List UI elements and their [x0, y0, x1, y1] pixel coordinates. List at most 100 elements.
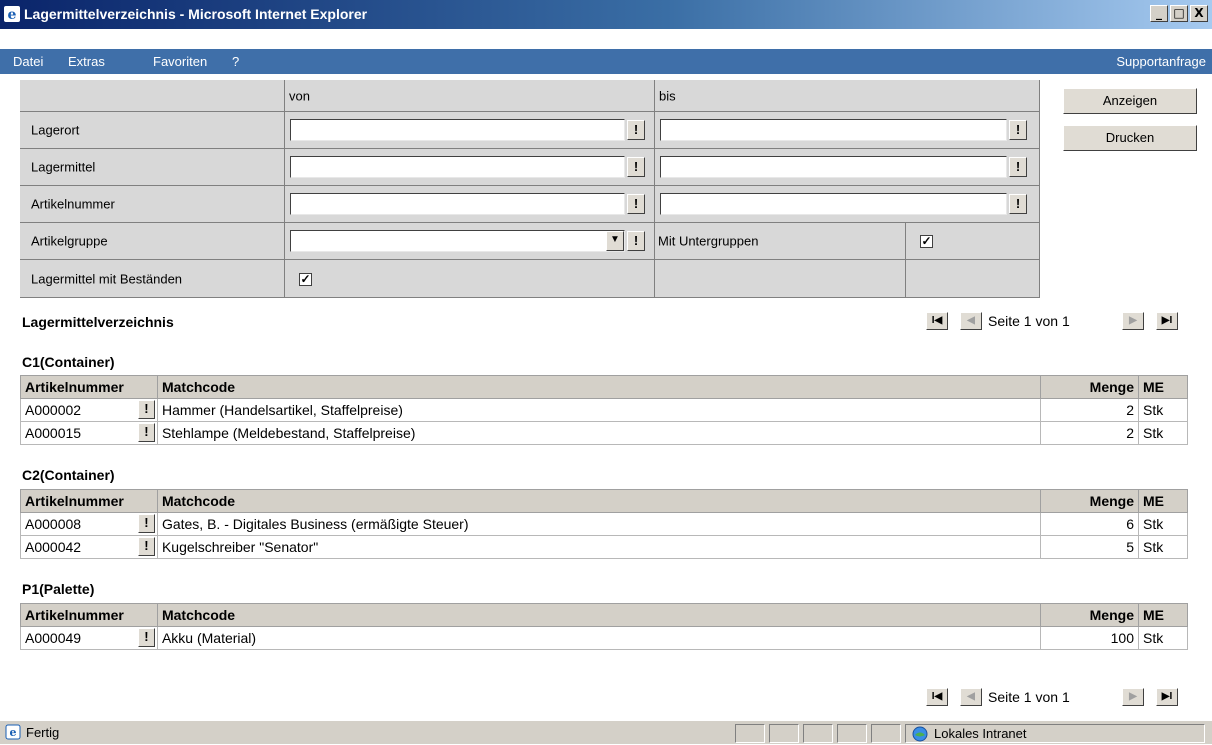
intranet-globe-icon: [912, 726, 928, 745]
artikelnummer-von-lookup-button[interactable]: !: [627, 194, 645, 214]
status-pane: [769, 724, 799, 743]
prev-page-button[interactable]: ◀: [960, 312, 982, 330]
artikelnummer-bis-input[interactable]: [660, 193, 1007, 215]
cell-lagerort-von: !: [285, 112, 655, 149]
status-bar: e Fertig Lokales Intranet: [0, 720, 1212, 744]
menu-help[interactable]: ?: [232, 54, 239, 69]
group-title: P1(Palette): [22, 581, 95, 597]
artikelnummer-von-input[interactable]: [290, 193, 625, 215]
pager-top: I◀ ◀ Seite 1 von 1 ▶ ▶I: [926, 312, 1186, 334]
status-pane: [837, 724, 867, 743]
lagerort-von-input[interactable]: [290, 119, 625, 141]
article-lookup-button[interactable]: !: [137, 628, 155, 647]
page-indicator: Seite 1 von 1: [988, 689, 1070, 705]
table-row: A000042! Kugelschreiber "Senator" 5 Stk: [20, 535, 1188, 559]
header-artikelnummer[interactable]: Artikelnummer: [20, 603, 158, 627]
artikelnummer-bis-lookup-button[interactable]: !: [1009, 194, 1027, 214]
label-lagerort: Lagerort: [20, 112, 285, 149]
lagermittel-bis-lookup-button[interactable]: !: [1009, 157, 1027, 177]
status-text: Fertig: [26, 725, 60, 740]
label-lagermittel: Lagermittel: [20, 149, 285, 186]
label-mit-bestaenden: Lagermittel mit Beständen: [20, 260, 285, 298]
label-artikelnummer: Artikelnummer: [20, 186, 285, 223]
header-menge[interactable]: Menge: [1040, 603, 1139, 627]
svg-text:e: e: [8, 7, 17, 23]
cell-matchcode: Gates, B. - Digitales Business (ermäßigt…: [156, 512, 1042, 536]
group-title: C2(Container): [22, 467, 115, 483]
filter-header-von: von: [285, 80, 655, 112]
cell-artikelgruppe: ▼ !: [285, 223, 655, 260]
header-me[interactable]: ME: [1138, 375, 1188, 399]
lagermittel-von-input[interactable]: [290, 156, 625, 178]
cell-artikelnummer: A000042!: [20, 535, 158, 559]
last-page-button[interactable]: ▶I: [1156, 688, 1178, 706]
menu-datei[interactable]: Datei: [13, 54, 43, 69]
next-page-button[interactable]: ▶: [1122, 312, 1144, 330]
menu-extras[interactable]: Extras: [68, 54, 105, 69]
chevron-down-icon[interactable]: ▼: [606, 231, 624, 251]
cell-menge: 2: [1040, 421, 1139, 445]
lagerort-bis-lookup-button[interactable]: !: [1009, 120, 1027, 140]
last-page-button[interactable]: ▶I: [1156, 312, 1178, 330]
status-pane: [871, 724, 901, 743]
article-lookup-button[interactable]: !: [137, 400, 155, 419]
header-menge[interactable]: Menge: [1040, 489, 1139, 513]
header-matchcode[interactable]: Matchcode: [156, 489, 1042, 513]
cell-matchcode: Hammer (Handelsartikel, Staffelpreise): [156, 398, 1042, 422]
menu-bar: Datei Extras Favoriten ? Supportanfrage: [0, 49, 1212, 74]
header-artikelnummer[interactable]: Artikelnummer: [20, 489, 158, 513]
minimize-button[interactable]: _: [1150, 5, 1168, 22]
window-title: Lagermittelverzeichnis - Microsoft Inter…: [24, 6, 368, 22]
cell-artikelnummer-bis: !: [655, 186, 1040, 223]
header-artikelnummer[interactable]: Artikelnummer: [20, 375, 158, 399]
header-matchcode[interactable]: Matchcode: [156, 375, 1042, 399]
table-row: A000002! Hammer (Handelsartikel, Staffel…: [20, 398, 1188, 422]
artikelgruppe-select[interactable]: ▼: [290, 230, 625, 252]
mit-bestaenden-checkbox[interactable]: ✓: [299, 273, 312, 286]
table-row: A000015! Stehlampe (Meldebestand, Staffe…: [20, 421, 1188, 445]
cell-me: Stk: [1137, 626, 1189, 650]
group-title: C1(Container): [22, 354, 115, 370]
mit-untergruppen-checkbox[interactable]: ✓: [920, 235, 933, 248]
next-page-button[interactable]: ▶: [1122, 688, 1144, 706]
lagerort-von-lookup-button[interactable]: !: [627, 120, 645, 140]
table-row: A000049! Akku (Material) 100 Stk: [20, 626, 1189, 650]
cell-lagermittel-von: !: [285, 149, 655, 186]
menu-favoriten[interactable]: Favoriten: [153, 54, 207, 69]
header-me[interactable]: ME: [1138, 489, 1188, 513]
cell-lagermittel-bis: !: [655, 149, 1040, 186]
article-lookup-button[interactable]: !: [137, 537, 155, 556]
page-icon: e: [5, 724, 21, 743]
anzeigen-button[interactable]: Anzeigen: [1063, 88, 1197, 114]
lagermittel-bis-input[interactable]: [660, 156, 1007, 178]
article-lookup-button[interactable]: !: [137, 423, 155, 442]
drucken-button[interactable]: Drucken: [1063, 125, 1197, 151]
filter-header-blank: [20, 80, 285, 112]
cell-mit-untergruppen: ✓: [906, 223, 1040, 260]
cell-me: Stk: [1138, 535, 1188, 559]
lagerort-bis-input[interactable]: [660, 119, 1007, 141]
artikelgruppe-lookup-button[interactable]: !: [627, 231, 645, 251]
close-button[interactable]: X: [1190, 5, 1208, 22]
support-link[interactable]: Supportanfrage: [1116, 54, 1206, 69]
maximize-button[interactable]: □: [1170, 5, 1188, 22]
header-matchcode[interactable]: Matchcode: [156, 603, 1042, 627]
cell-artikelnummer: A000049!: [20, 626, 158, 650]
first-page-button[interactable]: I◀: [926, 312, 948, 330]
page-indicator: Seite 1 von 1: [988, 313, 1070, 329]
first-page-button[interactable]: I◀: [926, 688, 948, 706]
cell-menge: 6: [1040, 512, 1139, 536]
zone-text: Lokales Intranet: [934, 726, 1027, 741]
article-lookup-button[interactable]: !: [137, 514, 155, 533]
label-mit-untergruppen: Mit Untergruppen: [655, 223, 906, 260]
table-header-row: Artikelnummer Matchcode Menge ME: [20, 375, 1188, 399]
cell-artikelnummer: A000002!: [20, 398, 158, 422]
lagermittel-von-lookup-button[interactable]: !: [627, 157, 645, 177]
cell-matchcode: Akku (Material): [156, 626, 1042, 650]
filter-empty-cell: [655, 260, 906, 298]
prev-page-button[interactable]: ◀: [960, 688, 982, 706]
results-title: Lagermittelverzeichnis: [22, 314, 174, 330]
header-me[interactable]: ME: [1137, 603, 1189, 627]
cell-me: Stk: [1138, 421, 1188, 445]
header-menge[interactable]: Menge: [1040, 375, 1139, 399]
